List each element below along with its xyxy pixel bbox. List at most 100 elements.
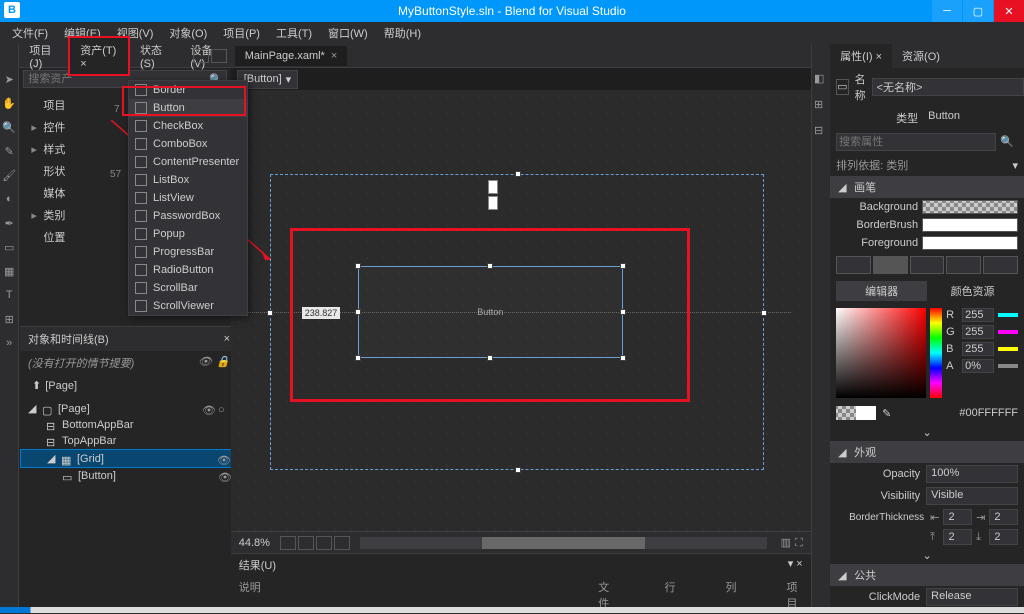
ctrl-listview[interactable]: ListView — [129, 189, 247, 207]
section-expander-icon[interactable]: ⌄ — [830, 424, 1024, 441]
tab-assets[interactable]: 资产(T) × — [68, 36, 130, 76]
view-icon[interactable] — [298, 536, 314, 550]
ctrl-passwordbox[interactable]: PasswordBox — [129, 207, 247, 225]
tab-properties[interactable]: 属性(I) × — [830, 44, 892, 68]
minimize-button[interactable]: ─ — [932, 0, 962, 22]
view-grid-icon[interactable] — [193, 49, 209, 63]
results-close-icon[interactable]: ▾ × — [788, 557, 803, 573]
ctrl-scrollviewer[interactable]: ScrollViewer — [129, 297, 247, 315]
resize-handle[interactable] — [515, 467, 521, 473]
document-tab[interactable]: MainPage.xaml*× — [235, 46, 348, 66]
view-icon[interactable] — [316, 536, 332, 550]
eye-icon[interactable]: 👁 — [217, 454, 229, 464]
prev-color-swatch[interactable] — [836, 406, 856, 420]
clickmode-select[interactable]: Release — [926, 588, 1018, 606]
assets-tool-icon[interactable]: » — [2, 336, 16, 350]
menu-help[interactable]: 帮助(H) — [376, 22, 429, 44]
resources-tab[interactable]: 颜色资源 — [927, 281, 1018, 301]
design-canvas[interactable]: Button 238.827 — [231, 90, 811, 531]
visibility-select[interactable]: Visible — [926, 487, 1018, 505]
tree-topappbar[interactable]: ⊟TopAppBar — [20, 433, 238, 449]
opacity-input[interactable]: 100% — [926, 465, 1018, 483]
lock-icon[interactable]: ○ — [218, 404, 230, 414]
resize-handle[interactable] — [355, 309, 361, 315]
resize-handle[interactable] — [487, 355, 493, 361]
curr-color-swatch[interactable] — [856, 406, 876, 420]
sort-label[interactable]: 排列依据: 类别 — [836, 157, 908, 173]
resize-handle[interactable] — [515, 171, 521, 177]
tree-button[interactable]: ▭[Button]👁 — [20, 468, 238, 484]
tab-close-icon[interactable]: × — [80, 58, 86, 70]
menu-window[interactable]: 窗口(W) — [320, 22, 376, 44]
property-search-input[interactable] — [836, 133, 996, 151]
resize-handle[interactable] — [620, 263, 626, 269]
ctrl-radiobutton[interactable]: RadioButton — [129, 261, 247, 279]
designed-button[interactable]: Button — [358, 266, 623, 358]
eye-icon[interactable]: 👁 — [202, 404, 214, 414]
r-input[interactable] — [962, 308, 994, 322]
thickness-right-input[interactable]: 2 — [989, 509, 1018, 525]
eyedropper-tool-icon[interactable]: ✎ — [2, 144, 16, 158]
split-view-icon[interactable]: ▥ — [781, 537, 791, 549]
lock-icon[interactable]: 🔒 — [216, 355, 230, 367]
page-scope[interactable]: [Page] — [45, 380, 77, 392]
horizontal-scrollbar[interactable] — [360, 537, 767, 549]
g-input[interactable] — [962, 325, 994, 339]
brush-resource-icon[interactable] — [983, 256, 1018, 274]
objects-panel-close-icon[interactable]: × — [224, 333, 230, 345]
ctrl-border[interactable]: Border — [129, 81, 247, 99]
scrollbar-thumb[interactable] — [482, 537, 645, 549]
resize-handle[interactable] — [487, 263, 493, 269]
hand-tool-icon[interactable]: ✋ — [2, 96, 16, 110]
doc-close-icon[interactable]: × — [331, 50, 337, 62]
b-input[interactable] — [962, 342, 994, 356]
brush-solid-icon[interactable] — [873, 256, 908, 274]
foreground-swatch[interactable] — [922, 236, 1018, 250]
brush-tile-icon[interactable] — [946, 256, 981, 274]
brush-gradient-icon[interactable] — [910, 256, 945, 274]
ctrl-popup[interactable]: Popup — [129, 225, 247, 243]
maximize-button[interactable]: ▢ — [963, 0, 993, 22]
dock-icon[interactable]: ⊟ — [814, 124, 828, 138]
gradient-tool-icon[interactable]: ◐ — [2, 192, 16, 206]
brush-tool-icon[interactable]: 🖌 — [2, 168, 16, 182]
scope-up-icon[interactable]: ⬆ — [32, 379, 41, 392]
expand-icon[interactable]: ⛶ — [795, 537, 803, 549]
control-tool-icon[interactable]: ⊞ — [2, 312, 16, 326]
zoom-level[interactable]: 44.8% — [239, 537, 270, 549]
resize-handle[interactable] — [761, 310, 767, 316]
ctrl-scrollbar[interactable]: ScrollBar — [129, 279, 247, 297]
tab-resources[interactable]: 资源(O) — [892, 44, 950, 68]
a-input[interactable] — [962, 359, 994, 373]
tree-bottomappbar[interactable]: ⊟BottomAppBar — [20, 417, 238, 433]
view-icon[interactable] — [334, 536, 350, 550]
thickness-top-input[interactable]: 2 — [943, 529, 972, 545]
dock-icon[interactable]: ◧ — [814, 72, 828, 86]
brush-none-icon[interactable] — [836, 256, 871, 274]
text-tool-icon[interactable]: T — [2, 288, 16, 302]
ctrl-combobox[interactable]: ComboBox — [129, 135, 247, 153]
ctrl-button[interactable]: Button — [129, 99, 247, 117]
resize-handle[interactable] — [355, 355, 361, 361]
close-button[interactable]: ✕ — [994, 0, 1024, 22]
thickness-bottom-input[interactable]: 2 — [989, 529, 1018, 545]
section-expander-icon[interactable]: ⌄ — [830, 547, 1024, 564]
resize-handle[interactable] — [355, 263, 361, 269]
color-picker-square[interactable] — [836, 308, 926, 398]
zoom-tool-icon[interactable]: 🔍 — [2, 120, 16, 134]
editor-tab[interactable]: 编辑器 — [836, 281, 927, 301]
tree-page[interactable]: ◢▢[Page]👁○ — [20, 400, 238, 417]
ctrl-contentpresenter[interactable]: ContentPresenter — [129, 153, 247, 171]
eye-icon[interactable]: 👁 — [198, 355, 212, 367]
section-public[interactable]: ◢公共 — [830, 564, 1024, 586]
dock-icon[interactable]: ⊞ — [814, 98, 828, 112]
resize-handle[interactable] — [620, 309, 626, 315]
view-list-icon[interactable] — [211, 49, 227, 63]
background-swatch[interactable] — [922, 200, 1018, 214]
eyedropper-icon[interactable]: ✎ — [882, 407, 891, 420]
borderbrush-swatch[interactable] — [922, 218, 1018, 232]
resize-handle[interactable] — [267, 310, 273, 316]
pointer-tool-icon[interactable]: ➤ — [2, 72, 16, 86]
section-brush[interactable]: ◢画笔 — [830, 176, 1024, 198]
pen-tool-icon[interactable]: ✒ — [2, 216, 16, 230]
